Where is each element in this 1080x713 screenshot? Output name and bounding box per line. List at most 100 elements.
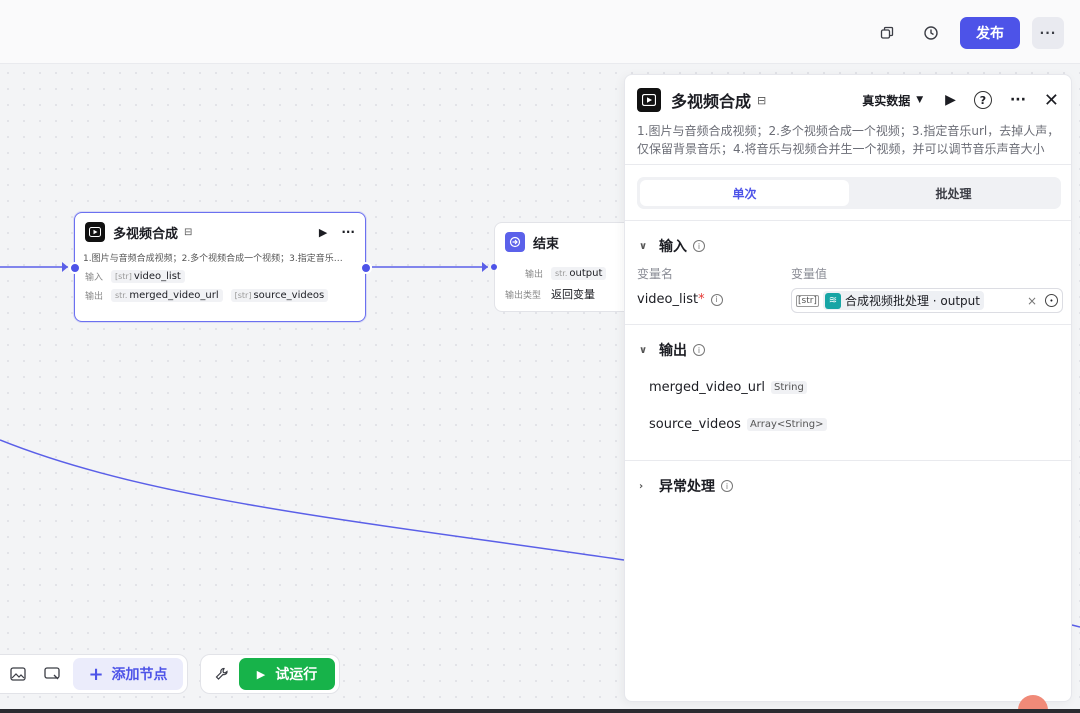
info-icon[interactable]: i — [710, 293, 723, 306]
info-icon[interactable]: i — [693, 344, 705, 356]
plugin-badge-icon: ⊟ — [757, 93, 767, 107]
input-var-row: video_list * i — [637, 292, 723, 307]
node-header: 多视频合成 ⊟ ▶ ··· — [75, 213, 365, 251]
output-section-header[interactable]: ∨ 输出 i — [639, 340, 705, 360]
input-section-title: 输入 — [659, 239, 687, 255]
copy-icon[interactable] — [872, 18, 902, 48]
more-options-button[interactable]: ··· — [1032, 17, 1064, 49]
test-run-button[interactable]: ▶ 试运行 — [239, 658, 335, 690]
test-run-label: 试运行 — [275, 667, 318, 683]
chevron-down-icon: ∨ — [639, 344, 648, 356]
node-output-label: 输出 — [85, 292, 104, 302]
run-mode-tabs: 单次 批处理 — [637, 177, 1061, 209]
image-icon[interactable] — [1, 658, 35, 690]
bottom-toolbar-left: + 添加节点 — [0, 654, 188, 694]
help-icon[interactable]: ? — [973, 91, 992, 109]
info-icon[interactable]: i — [693, 240, 705, 252]
layers-icon: ≋ — [824, 292, 841, 309]
exception-section-header[interactable]: › 异常处理 i — [639, 476, 733, 496]
node-description: 1.图片与音频合成视频；2.多个视频合成一个视频；3.指定音乐… — [83, 254, 343, 264]
info-icon[interactable]: i — [721, 480, 733, 492]
type-label: [str] — [115, 272, 132, 281]
run-node-icon[interactable]: ▶ — [945, 92, 956, 108]
col-var-name: 变量名 — [637, 267, 674, 281]
node-input-handle[interactable] — [69, 262, 81, 274]
input-var-value-field[interactable]: [str] ≋ 合成视频批处理 · output × • — [791, 288, 1063, 313]
panel-title: 多视频合成 — [671, 92, 752, 111]
add-node-label: 添加节点 — [111, 667, 168, 683]
plus-icon: + — [88, 663, 104, 685]
end-node-icon — [505, 232, 525, 252]
variable-reference[interactable]: ≋ 合成视频批处理 · output — [822, 291, 984, 310]
node-title: 结束 — [533, 236, 560, 252]
node-end[interactable]: 结束 输出 str. output 输出类型 返回变量 — [494, 222, 634, 312]
close-icon[interactable]: ✕ — [1044, 90, 1059, 111]
divider — [625, 220, 1071, 221]
end-output-tag: str. output — [551, 267, 607, 280]
output-type: String — [770, 381, 807, 394]
node-more-icon[interactable]: ··· — [341, 225, 355, 239]
output-var-name: merged_video_url — [129, 290, 219, 301]
exception-section-title: 异常处理 — [659, 479, 715, 495]
node-output-tag: [str] source_videos — [230, 289, 329, 302]
node-input-label: 输入 — [85, 273, 104, 283]
chevron-right-icon: › — [639, 480, 644, 492]
settings-icon[interactable]: • — [1045, 294, 1058, 307]
output-name: source_videos — [649, 417, 741, 432]
input-var-name: video_list — [637, 292, 699, 307]
chevron-down-icon[interactable]: ▼ — [916, 95, 923, 105]
comment-icon[interactable] — [35, 658, 69, 690]
divider — [625, 164, 1071, 165]
taskbar-strip — [0, 709, 1080, 713]
node-output-row: 输出 str. merged_video_url [str] source_vi… — [75, 289, 365, 302]
history-icon[interactable] — [916, 18, 946, 48]
node-header: 结束 — [495, 223, 633, 261]
node-multi-video-merge[interactable]: 多视频合成 ⊟ ▶ ··· 1.图片与音频合成视频；2.多个视频合成一个视频；3… — [74, 212, 366, 322]
divider — [625, 324, 1071, 325]
type-label: str. — [555, 269, 568, 278]
node-output-tag: str. merged_video_url — [111, 289, 223, 302]
publish-button[interactable]: 发布 — [960, 17, 1020, 49]
type-label: [str] — [796, 294, 819, 307]
output-row: source_videos Array<String> — [649, 417, 827, 432]
reference-text: 合成视频批处理 · output — [844, 294, 980, 308]
top-bar: 发布 ··· — [0, 0, 1080, 64]
plugin-badge-icon: ⊟ — [184, 226, 193, 238]
end-output-type-row: 输出类型 返回变量 — [495, 286, 633, 302]
end-output-type-value: 返回变量 — [551, 288, 595, 301]
input-var-name: video_list — [133, 271, 181, 282]
type-label: str. — [115, 291, 128, 300]
clear-icon[interactable]: × — [1027, 294, 1037, 308]
end-output-row: 输出 str. output — [495, 267, 633, 280]
add-node-button[interactable]: + 添加节点 — [73, 658, 183, 690]
divider — [625, 460, 1071, 461]
tab-batch[interactable]: 批处理 — [849, 180, 1058, 206]
col-var-value: 变量值 — [791, 267, 828, 281]
required-mark: * — [698, 292, 705, 307]
output-section-title: 输出 — [659, 343, 687, 359]
node-properties-panel: 多视频合成 ⊟ 真实数据 ▼ ▶ ? ··· ✕ 1.图片与音频合成视频；2.多… — [624, 74, 1072, 702]
tab-single[interactable]: 单次 — [640, 180, 849, 206]
bottom-toolbar-right: ▶ 试运行 — [200, 654, 340, 694]
data-mode-select[interactable]: 真实数据 — [862, 92, 910, 109]
end-output-var: output — [569, 268, 603, 279]
node-output-handle[interactable] — [360, 262, 372, 274]
video-play-icon — [85, 222, 105, 242]
play-icon: ▶ — [256, 667, 266, 681]
type-label: [str] — [234, 291, 252, 300]
chevron-down-icon: ∨ — [639, 240, 648, 252]
panel-more-icon[interactable]: ··· — [1010, 92, 1026, 108]
run-node-icon[interactable]: ▶ — [319, 226, 327, 239]
wrench-icon[interactable] — [205, 658, 239, 690]
node-title: 多视频合成 — [113, 226, 179, 242]
output-row: merged_video_url String — [649, 380, 807, 395]
panel-description: 1.图片与音频合成视频；2.多个视频合成一个视频；3.指定音乐url，去掉人声，… — [637, 124, 1060, 156]
panel-header: 多视频合成 ⊟ 真实数据 ▼ ▶ ? ··· ✕ — [637, 87, 1059, 113]
end-output-type-label: 输出类型 — [505, 290, 542, 301]
end-node-input-handle[interactable] — [491, 264, 497, 270]
video-play-icon — [637, 88, 661, 112]
node-input-tag: [str] video_list — [111, 270, 185, 283]
output-var-name: source_videos — [253, 290, 325, 301]
output-type: Array<String> — [746, 418, 827, 431]
input-section-header[interactable]: ∨ 输入 i — [639, 236, 705, 256]
